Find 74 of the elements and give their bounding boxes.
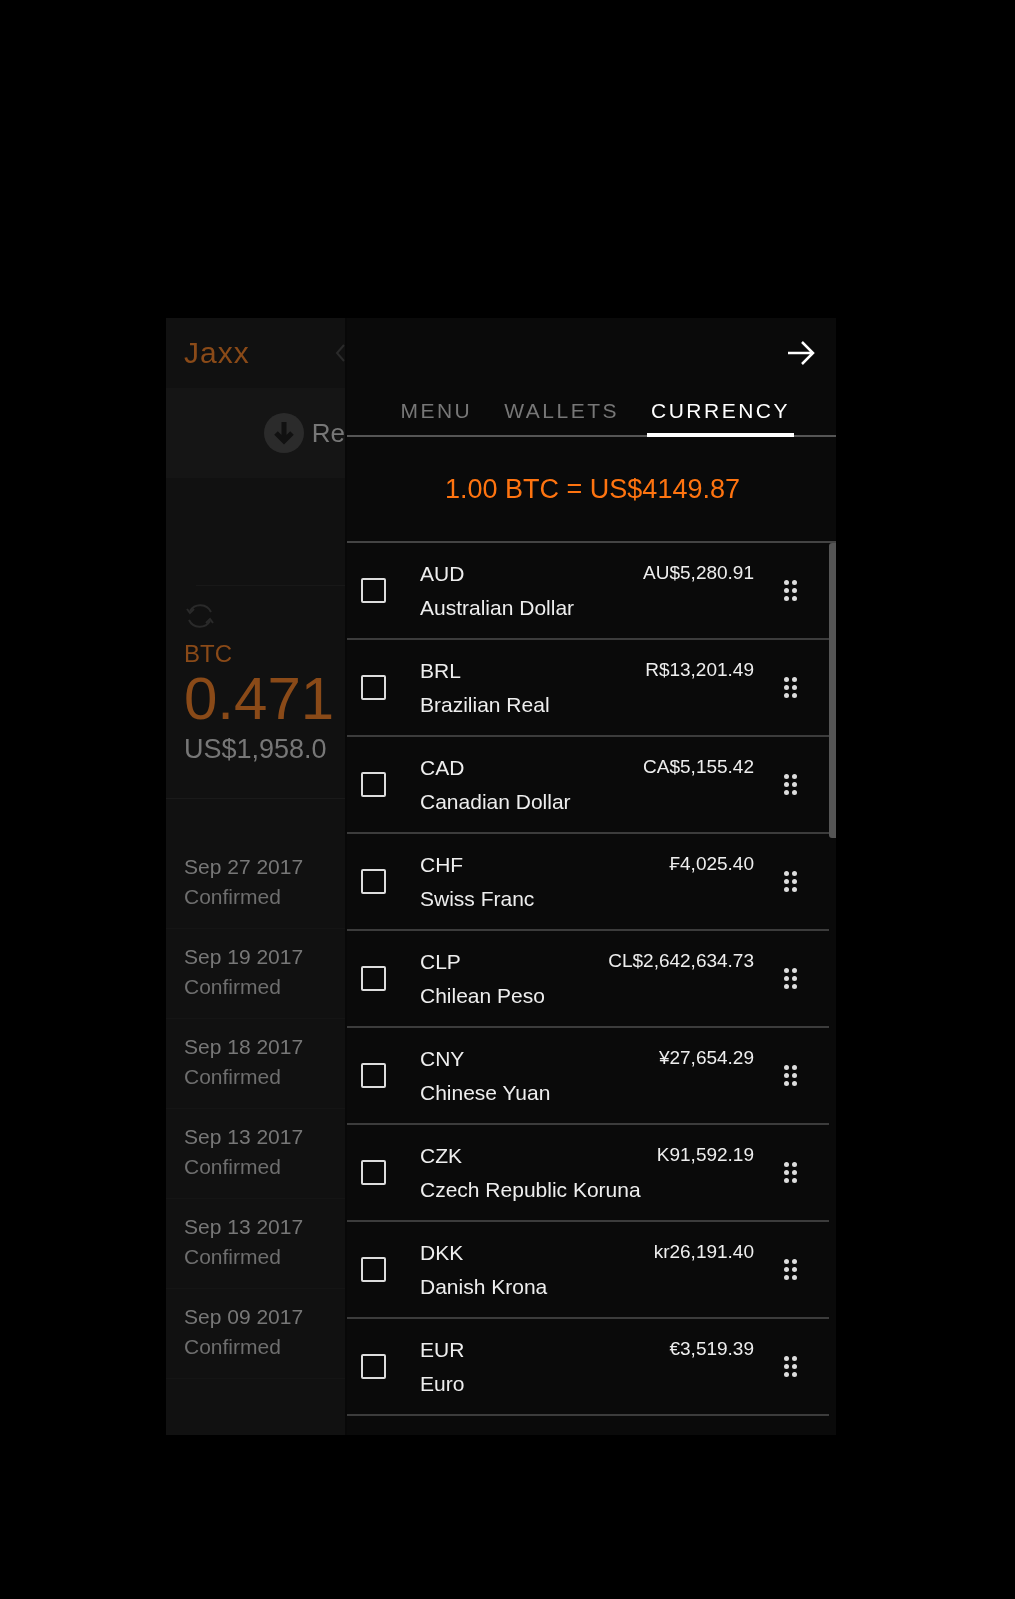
drag-handle-icon[interactable] [784, 871, 797, 892]
transaction-date: Sep 27 2017 [184, 855, 305, 879]
drag-handle-icon[interactable] [784, 1259, 797, 1280]
currency-code: DKK [420, 1240, 464, 1265]
transaction-date: Sep 13 2017 [184, 1215, 305, 1239]
currency-code: CAD [420, 755, 465, 780]
transaction-date: Sep 09 2017 [184, 1305, 305, 1329]
currency-name: Chinese Yuan [420, 1080, 552, 1105]
fiat-balance: US$1,958.0 [184, 734, 328, 765]
app-logo: Jaxx [184, 336, 250, 370]
checkbox[interactable] [361, 966, 386, 991]
currency-value: K91,592.19 [656, 1143, 754, 1167]
checkbox[interactable] [361, 772, 386, 797]
checkbox[interactable] [361, 578, 386, 603]
transaction-status: Confirmed [184, 1335, 282, 1359]
currency-code: CHF [420, 852, 464, 877]
checkbox[interactable] [361, 1354, 386, 1379]
transaction-date: Sep 18 2017 [184, 1035, 305, 1059]
currency-row[interactable]: CLP CL$2,642,634.73 Chilean Peso [347, 931, 829, 1028]
currency-code: EUR [420, 1337, 465, 1362]
checkbox[interactable] [361, 1160, 386, 1185]
drag-handle-icon[interactable] [784, 774, 797, 795]
currency-code: CLP [420, 949, 461, 974]
transaction-date: Sep 13 2017 [184, 1125, 305, 1149]
currency-value: CL$2,642,634.73 [608, 949, 754, 973]
currency-code: BRL [420, 658, 461, 683]
currency-value: CA$5,155.42 [643, 755, 754, 779]
tab[interactable]: MENU [396, 388, 477, 437]
currency-name: Danish Krona [420, 1274, 549, 1299]
transaction-status: Confirmed [184, 885, 282, 909]
currency-value: kr26,191.40 [653, 1240, 754, 1264]
currency-value: ¥27,654.29 [658, 1046, 754, 1070]
checkbox[interactable] [361, 869, 386, 894]
checkbox[interactable] [361, 1257, 386, 1282]
currency-name: Brazilian Real [420, 692, 551, 717]
currency-name: Australian Dollar [420, 595, 576, 620]
currency-row[interactable]: CHF ₣4,025.40 Swiss Franc [347, 834, 829, 931]
currency-name: Swiss Franc [420, 886, 536, 911]
currency-value: AU$5,280.91 [643, 561, 754, 585]
currency-name: Chilean Peso [420, 983, 546, 1008]
download-icon [263, 413, 304, 453]
currency-value: €3,519.39 [669, 1337, 754, 1361]
transaction-status: Confirmed [184, 1155, 282, 1179]
transaction-status: Confirmed [184, 975, 282, 999]
currency-row[interactable]: EUR €3,519.39 Euro [347, 1319, 829, 1416]
currency-value: ₣4,025.40 [669, 852, 754, 876]
currency-row[interactable]: DKK kr26,191.40 Danish Krona [347, 1222, 829, 1319]
drag-handle-icon[interactable] [784, 1162, 797, 1183]
transaction-status: Confirmed [184, 1245, 282, 1269]
coin-label: BTC [184, 640, 233, 668]
drag-handle-icon[interactable] [784, 1065, 797, 1086]
checkbox[interactable] [361, 1063, 386, 1088]
scrollbar-thumb[interactable] [829, 543, 836, 838]
tab[interactable]: CURRENCY [647, 388, 794, 437]
currency-row[interactable]: CNY ¥27,654.29 Chinese Yuan [347, 1028, 829, 1125]
exchange-rate: 1.00 BTC = US$4149.87 [347, 437, 836, 543]
drag-handle-icon[interactable] [784, 677, 797, 698]
transaction-status: Confirmed [184, 1065, 282, 1089]
currency-code: CZK [420, 1143, 462, 1168]
arrow-right-icon[interactable] [786, 340, 816, 366]
currency-code: CNY [420, 1046, 465, 1071]
drag-handle-icon[interactable] [784, 580, 797, 601]
currency-name: Canadian Dollar [420, 789, 572, 814]
transaction-date: Sep 19 2017 [184, 945, 305, 969]
currency-row[interactable]: CZK K91,592.19 Czech Republic Koruna [347, 1125, 829, 1222]
checkbox[interactable] [361, 675, 386, 700]
drag-handle-icon[interactable] [784, 968, 797, 989]
tab[interactable]: WALLETS [500, 388, 623, 437]
currency-name: Euro [420, 1371, 466, 1396]
balance-amount: 0.471 [184, 668, 336, 730]
currency-value: R$13,201.49 [645, 658, 754, 682]
currency-name: Czech Republic Koruna [420, 1177, 642, 1202]
currency-code: AUD [420, 561, 465, 586]
drag-handle-icon[interactable] [784, 1356, 797, 1377]
